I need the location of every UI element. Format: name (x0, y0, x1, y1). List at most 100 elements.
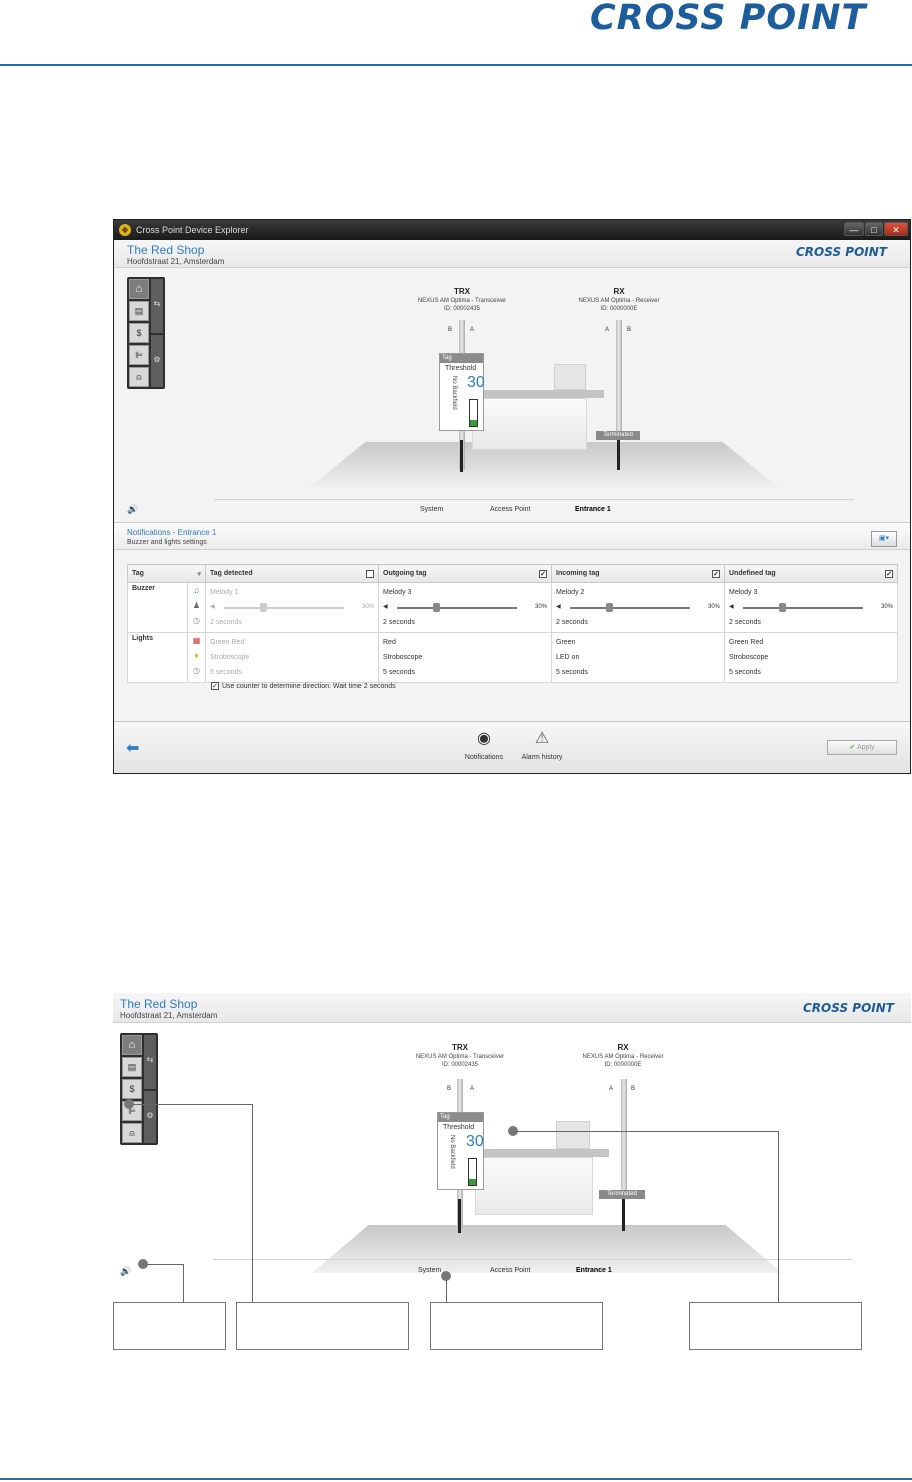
lower-counter-top (472, 1149, 609, 1157)
light-color-select[interactable]: Green (556, 635, 720, 650)
settings-icon[interactable]: $ (122, 1079, 142, 1099)
lower-left-toolbar: ⌂ ▤ $ ⊫ ⍝ ⇆ ⚙ (120, 1033, 158, 1145)
light-duration-select[interactable]: 5 seconds (210, 665, 374, 680)
duration-select[interactable]: 2 seconds (383, 615, 547, 630)
settings-icon[interactable]: $ (129, 323, 149, 343)
notification-picker-button[interactable]: ▣▾ (871, 531, 897, 547)
duration-select[interactable]: 2 seconds (556, 615, 720, 630)
tag-threshold-panel[interactable]: Tag Threshold 30 No Backfield (439, 353, 485, 431)
row-label-buzzer: Buzzer (127, 582, 188, 633)
device-icon[interactable]: ▤ (129, 301, 149, 321)
notifications-icon: ◉ (477, 730, 491, 747)
footer-bar: ⬅ ◉ Notifications ⚠ Alarm history ✔ Appl… (114, 721, 910, 773)
home-icon[interactable]: ⌂ (129, 279, 149, 299)
light-mode-select[interactable]: Stroboscope (729, 650, 893, 665)
lower-tab-system[interactable]: System (418, 1267, 441, 1274)
volume-slider[interactable]: ◀ 30% (556, 600, 720, 615)
volume-knob[interactable] (433, 603, 440, 612)
column-tag[interactable]: Tag ▾ (127, 564, 206, 583)
light-color-select[interactable]: Red (383, 635, 547, 650)
row-label-lights: Lights (127, 632, 188, 683)
light-color-select[interactable]: Green Red (210, 635, 374, 650)
volume-value: 30% (707, 604, 720, 610)
maximize-button[interactable]: □ (865, 222, 883, 236)
melody-select[interactable]: Melody 3 (729, 585, 893, 600)
back-arrow-icon[interactable]: ⬅ (126, 738, 139, 758)
home-icon[interactable]: ⌂ (122, 1035, 142, 1055)
lower-tag-threshold-panel[interactable]: Tag Threshold 30 No Backfield (437, 1112, 484, 1190)
light-duration-select[interactable]: 5 seconds (556, 665, 720, 680)
light-duration-select[interactable]: 5 seconds (729, 665, 893, 680)
apply-button[interactable]: ✔ Apply (827, 740, 897, 755)
footer-rule (0, 1478, 912, 1480)
melody-select[interactable]: Melody 3 (383, 585, 547, 600)
alarm-icon[interactable]: ⍝ (122, 1123, 142, 1143)
lower-speaker-icon[interactable]: 🔊 (120, 1266, 131, 1277)
callout-box-tabs (430, 1302, 603, 1350)
volume-slider[interactable]: ◀ 30% (729, 600, 893, 615)
toolbar-side-config-icon[interactable]: ⚙ (144, 1091, 156, 1143)
lower-trx-antenna-base (458, 1199, 461, 1233)
light-mode-select[interactable]: Stroboscope (383, 650, 547, 665)
incoming-tag-checkbox[interactable]: ✓ (712, 570, 720, 578)
lower-shop-header: The Red Shop Hoofdstraat 21, Amsterdam C… (113, 993, 911, 1023)
volume-knob[interactable] (260, 603, 267, 612)
toolbar-side-connect-icon[interactable]: ⇆ (144, 1035, 156, 1089)
trx-b-label: B (448, 327, 453, 333)
minimize-button[interactable]: — (844, 222, 864, 236)
light-color-select[interactable]: Green Red (729, 635, 893, 650)
column-outgoing-tag: Outgoing tag ✓ (378, 564, 552, 583)
left-toolbar: ⌂ ▤ $ ⊫ ⍝ ⇆ ⚙ (127, 277, 165, 389)
speaker-icon[interactable]: 🔊 (127, 504, 138, 515)
lights-undefined-cell[interactable]: Green Red Stroboscope 5 seconds (724, 632, 898, 683)
counter-option[interactable]: ✓ Use counter to determine direction: Wai… (211, 682, 396, 690)
close-button[interactable]: ✕ (884, 222, 908, 236)
rx-antenna[interactable] (616, 320, 622, 440)
duration-select[interactable]: 2 seconds (210, 615, 374, 630)
melody-select[interactable]: Melody 2 (556, 585, 720, 600)
lights-incoming-cell[interactable]: Green LED on 5 seconds (551, 632, 725, 683)
toolbar-side-connect-icon[interactable]: ⇆ (151, 279, 163, 333)
duration-select[interactable]: 2 seconds (729, 615, 893, 630)
column-undefined-tag: Undefined tag ✓ (724, 564, 898, 583)
alarm-history-footer-tab[interactable]: ⚠ Alarm history (514, 728, 570, 761)
tag-detected-checkbox[interactable] (366, 570, 374, 578)
tab-access-point[interactable]: Access Point (490, 506, 530, 513)
callout-line (147, 1264, 183, 1265)
toolbar-side-config-icon[interactable]: ⚙ (151, 335, 163, 387)
lower-tab-access-point[interactable]: Access Point (490, 1267, 530, 1274)
alarm-icon[interactable]: ⍝ (129, 367, 149, 387)
notifications-footer-tab[interactable]: ◉ Notifications (456, 728, 512, 761)
outgoing-tag-checkbox[interactable]: ✓ (539, 570, 547, 578)
volume-knob[interactable] (606, 603, 613, 612)
buzzer-incoming-cell[interactable]: Melody 2 ◀ 30% 2 seconds (551, 582, 725, 633)
tab-entrance-1[interactable]: Entrance 1 (575, 506, 611, 513)
lower-rx-antenna[interactable] (621, 1079, 627, 1199)
light-duration-select[interactable]: 5 seconds (383, 665, 547, 680)
notifications-title: Notifications - Entrance 1 (127, 528, 217, 537)
buzzer-detected-cell[interactable]: Melody 1 ◀ 30% 2 seconds (205, 582, 379, 633)
antenna-icon[interactable]: ⊫ (129, 345, 149, 365)
buzzer-outgoing-cell[interactable]: Melody 3 ◀ 30% 2 seconds (378, 582, 552, 633)
trx-label: TRX (454, 287, 470, 296)
counter (472, 398, 587, 450)
lights-outgoing-cell[interactable]: Red Stroboscope 5 seconds (378, 632, 552, 683)
light-mode-select[interactable]: LED on (556, 650, 720, 665)
volume-value: 30% (361, 604, 374, 610)
warning-icon: ⚠ (534, 730, 550, 747)
light-mode-select[interactable]: Stroboscope (210, 650, 374, 665)
callout-line (183, 1264, 184, 1302)
lower-tab-entrance-1[interactable]: Entrance 1 (576, 1267, 612, 1274)
undefined-tag-checkbox[interactable]: ✓ (885, 570, 893, 578)
device-icon[interactable]: ▤ (122, 1057, 142, 1077)
lower-counter (475, 1157, 593, 1215)
lights-detected-cell[interactable]: Green Red Stroboscope 5 seconds (205, 632, 379, 683)
buzzer-undefined-cell[interactable]: Melody 3 ◀ 30% 2 seconds (724, 582, 898, 633)
volume-slider[interactable]: ◀ 30% (210, 600, 374, 615)
volume-knob[interactable] (779, 603, 786, 612)
volume-slider[interactable]: ◀ 30% (383, 600, 547, 615)
device-explorer-window: ◆ Cross Point Device Explorer — □ ✕ The … (113, 219, 911, 774)
melody-select[interactable]: Melody 1 (210, 585, 374, 600)
tab-system[interactable]: System (420, 506, 443, 513)
counter-checkbox[interactable]: ✓ (211, 682, 219, 690)
